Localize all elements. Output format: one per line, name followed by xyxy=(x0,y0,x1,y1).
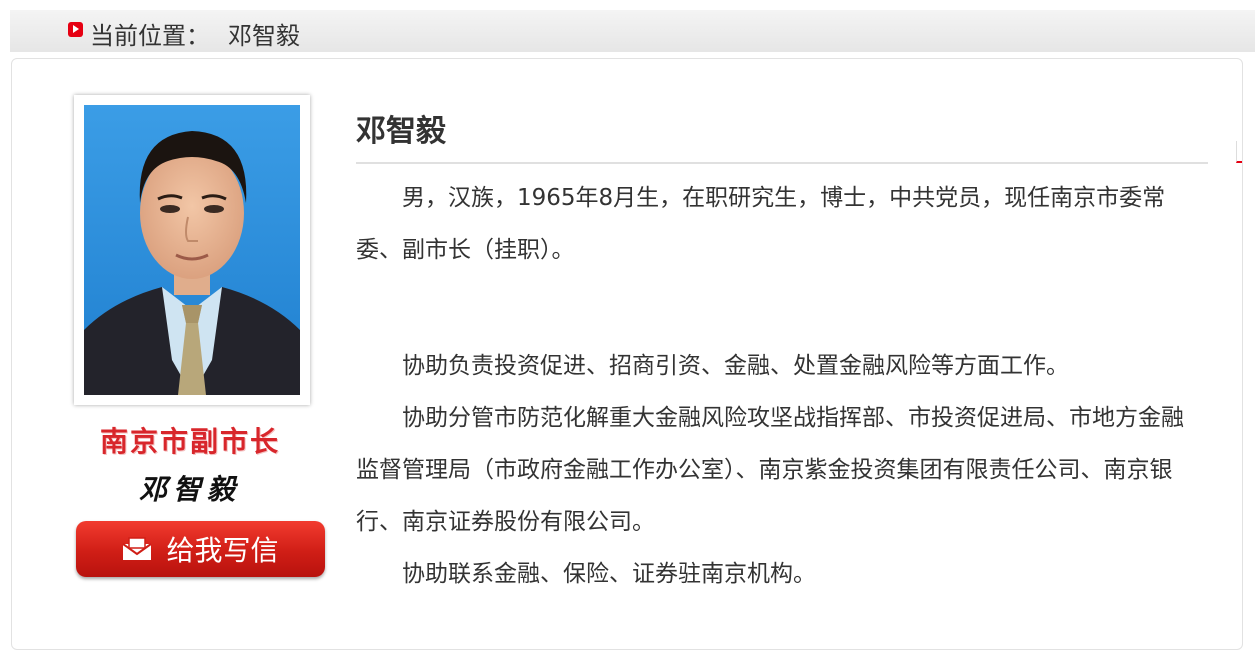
write-letter-button[interactable]: 给我写信 xyxy=(76,521,325,577)
breadcrumb-label: 当前位置： xyxy=(90,21,210,50)
breadcrumb-bar: 当前位置： 邓智毅 xyxy=(10,10,1255,52)
portrait-frame xyxy=(74,95,310,405)
official-name-heading: 邓智毅 xyxy=(356,112,1208,164)
breadcrumb-current: 邓智毅 xyxy=(228,21,300,50)
biography-content: 男，汉族，1965年8月生，在职研究生，博士，中共党员，现任南京市委常委、副市长… xyxy=(356,172,1206,600)
bio-paragraph: 男，汉族，1965年8月生，在职研究生，博士，中共党员，现任南京市委常委、副市长… xyxy=(356,185,1166,263)
envelope-icon xyxy=(122,537,153,560)
duty-paragraph: 协助分管市防范化解重大金融风险攻坚战指挥部、市投资促进局、市地方金融监督管理局（… xyxy=(356,405,1184,535)
portrait-photo xyxy=(84,105,300,395)
position-title: 南京市副市长 xyxy=(99,425,280,458)
write-letter-label: 给我写信 xyxy=(166,534,279,567)
duty-paragraph: 协助联系金融、保险、证券驻南京机构。 xyxy=(402,561,816,587)
breadcrumb: 当前位置： 邓智毅 xyxy=(68,18,300,50)
signature: 邓智毅 xyxy=(138,473,241,506)
duty-paragraph: 协助负责投资促进、招商引资、金融、处置金融风险等方面工作。 xyxy=(402,353,1069,379)
play-marker-icon xyxy=(68,21,83,37)
panel-edge-marker xyxy=(1236,141,1242,163)
